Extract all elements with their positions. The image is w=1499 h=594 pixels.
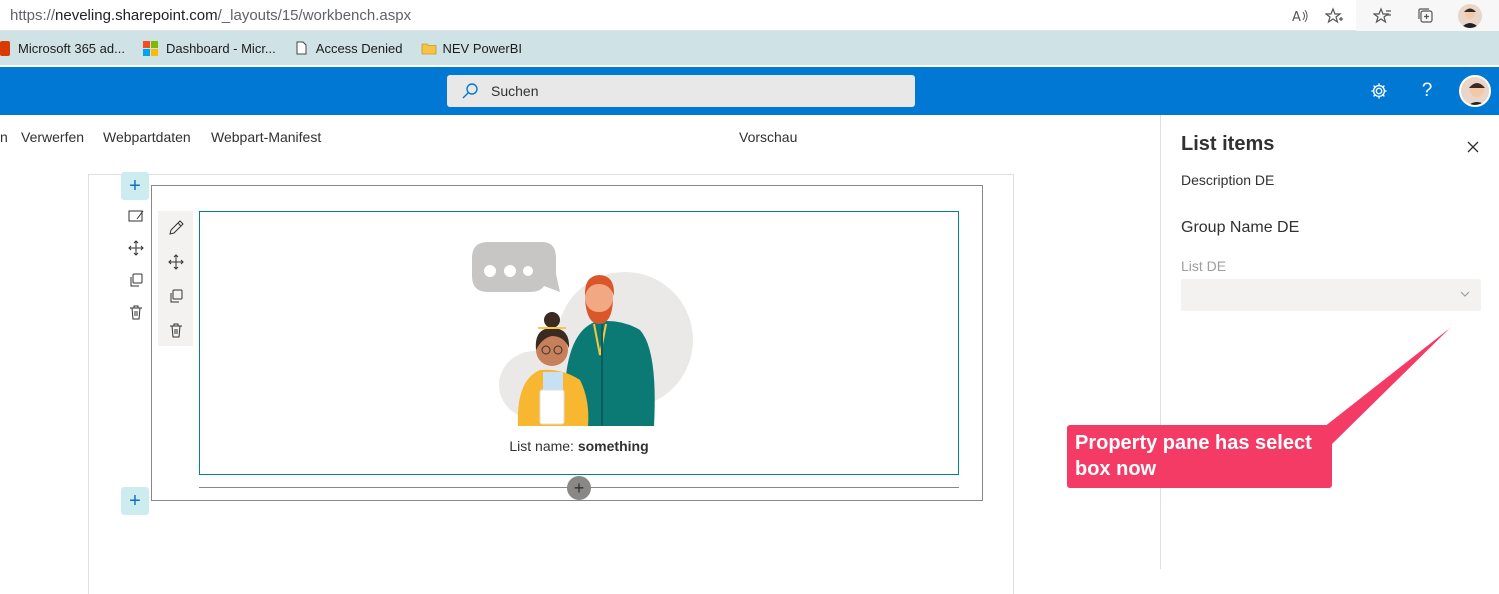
add-favorite-icon[interactable] — [1322, 4, 1346, 28]
bookmark-label: NEV PowerBI — [442, 40, 522, 56]
webpart-toolbar — [158, 211, 193, 346]
add-webpart-button[interactable]: + — [567, 476, 591, 500]
edit-webpart-pencil-icon[interactable] — [167, 217, 185, 239]
bookmark-label: Microsoft 365 ad... — [18, 40, 125, 56]
command-webpart-data[interactable]: Webpartdaten — [103, 129, 191, 145]
bookmark-microsoft-365[interactable]: Microsoft 365 ad... — [0, 40, 125, 56]
bookmark-access-denied[interactable]: Access Denied — [294, 41, 403, 56]
workbench-command-bar: n Verwerfen Webpartdaten Webpart-Manifes… — [0, 115, 1160, 159]
property-pane-description: Description DE — [1181, 172, 1275, 188]
property-group-name: Group Name DE — [1181, 219, 1300, 236]
bookmark-label: Dashboard - Micr... — [165, 40, 276, 56]
bookmark-nev-powerbi[interactable]: NEV PowerBI — [421, 41, 522, 56]
settings-gear-icon[interactable] — [1355, 67, 1403, 115]
search-icon — [462, 83, 478, 99]
command-preview[interactable]: Vorschau — [739, 129, 797, 145]
duplicate-section-icon[interactable] — [127, 270, 145, 290]
bookmarks-bar: Microsoft 365 ad... Dashboard - Micr... … — [0, 31, 1499, 65]
list-webpart[interactable]: List name: something — [199, 211, 959, 475]
account-avatar[interactable] — [1451, 67, 1499, 115]
command-webpart-manifest[interactable]: Webpart-Manifest — [211, 129, 321, 145]
profile-avatar-icon[interactable] — [1458, 3, 1482, 28]
bookmark-label: Access Denied — [315, 40, 403, 56]
browser-address-bar: https://neveling.sharepoint.com/_layouts… — [0, 0, 1499, 31]
list-name-value: something — [577, 438, 649, 454]
list-name-label: List name: — [509, 438, 574, 454]
url-field[interactable]: https://neveling.sharepoint.com/_layouts… — [0, 0, 1356, 31]
move-webpart-icon[interactable] — [167, 251, 185, 273]
microsoft-logo-icon — [142, 40, 158, 56]
close-icon[interactable] — [1463, 137, 1483, 157]
section-toolbar — [122, 206, 150, 322]
help-icon[interactable]: ? — [1403, 67, 1451, 115]
folder-icon — [421, 41, 436, 55]
office-logo-icon — [0, 40, 10, 56]
search-placeholder: Suchen — [491, 83, 539, 99]
add-section-bottom-button[interactable]: + — [121, 487, 149, 515]
property-pane-title: List items — [1181, 133, 1275, 155]
command-save[interactable]: n — [0, 129, 8, 145]
annotation-callout: Property pane has select box now — [1067, 425, 1332, 488]
chevron-down-icon — [1460, 291, 1470, 297]
delete-webpart-icon[interactable] — [167, 319, 185, 341]
list-dropdown-label: List DE — [1181, 258, 1227, 274]
suite-bar: Suchen ? — [0, 67, 1499, 115]
list-name-text: List name: something — [200, 438, 958, 454]
favorites-icon[interactable] — [1370, 4, 1394, 28]
url-host: neveling.sharepoint.com — [55, 6, 218, 24]
command-discard[interactable]: Verwerfen — [21, 129, 84, 145]
bookmark-dashboard[interactable]: Dashboard - Micr... — [142, 40, 276, 56]
delete-section-icon[interactable] — [127, 302, 145, 322]
people-chat-illustration — [472, 242, 693, 426]
search-box[interactable]: Suchen — [447, 75, 915, 107]
url-path: /_layouts/15/workbench.aspx — [217, 6, 412, 24]
list-dropdown[interactable] — [1181, 279, 1481, 311]
edit-section-icon[interactable] — [127, 206, 145, 226]
add-section-top-button[interactable]: + — [121, 172, 149, 200]
svg-text:A: A — [1292, 10, 1301, 25]
page-icon — [294, 41, 308, 55]
move-section-icon[interactable] — [127, 238, 145, 258]
duplicate-webpart-icon[interactable] — [167, 285, 185, 307]
url-prefix: https:// — [10, 6, 56, 24]
collections-icon[interactable] — [1414, 4, 1438, 28]
read-aloud-icon[interactable]: A — [1288, 4, 1312, 28]
